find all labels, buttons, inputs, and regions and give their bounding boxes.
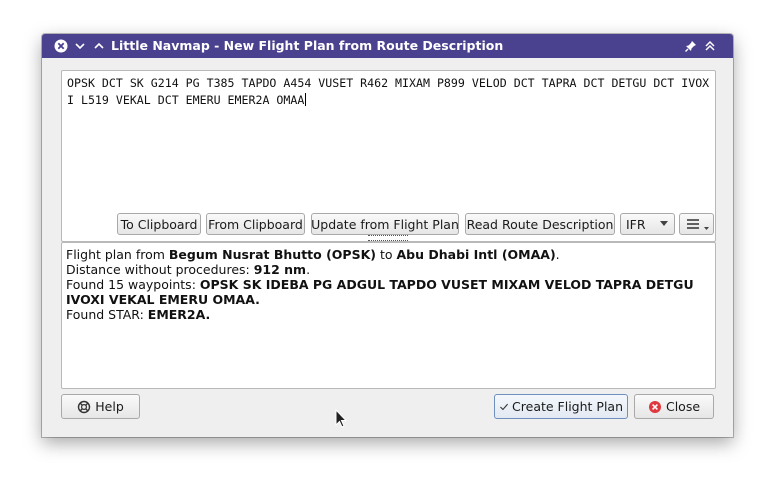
waypoints-label: Found 15 waypoints: (66, 277, 200, 292)
update-from-flight-plan-button[interactable]: Update from Flight Plan (311, 213, 459, 235)
options-menu-button[interactable] (679, 213, 714, 235)
to-clipboard-button[interactable]: To Clipboard (117, 213, 201, 235)
dialog-window: Little Navmap - New Flight Plan from Rou… (42, 34, 733, 437)
flight-rules-value: IFR (626, 216, 646, 232)
star-value: EMER2A. (147, 307, 211, 322)
route-description-text[interactable]: OPSK DCT SK G214 PG T385 TAPDO A454 VUSE… (67, 75, 712, 109)
to-clipboard-label: To Clipboard (120, 216, 198, 232)
distance-suffix: . (306, 262, 311, 277)
route-info-text: Flight plan from Begum Nusrat Bhutto (OP… (66, 247, 706, 322)
route-info-panel: Flight plan from Begum Nusrat Bhutto (OP… (61, 242, 716, 389)
keep-above-icon[interactable] (702, 38, 718, 54)
update-from-flight-plan-label: Update from Flight Plan (311, 216, 459, 232)
create-flight-plan-label: Create Flight Plan (512, 399, 623, 414)
minimize-icon[interactable] (72, 38, 88, 54)
checkmark-icon (500, 403, 509, 410)
title-bar[interactable]: Little Navmap - New Flight Plan from Rou… (42, 34, 733, 58)
lifebuoy-icon (78, 400, 91, 413)
flight-rules-select[interactable]: IFR (620, 213, 675, 235)
maximize-icon[interactable] (91, 38, 107, 54)
distance-value: 912 nm (253, 262, 307, 277)
route-summary-line: Flight plan from Begum Nusrat Bhutto (OP… (66, 247, 706, 262)
close-label: Close (665, 399, 701, 414)
summary-suffix: . (555, 247, 560, 262)
pin-icon[interactable] (683, 38, 699, 54)
close-icon (648, 400, 661, 413)
read-route-description-button[interactable]: Read Route Description (465, 213, 615, 235)
close-button[interactable]: Close (634, 394, 714, 419)
from-clipboard-button[interactable]: From Clipboard (206, 213, 305, 235)
summary-mid: to (375, 247, 397, 262)
distance-line: Distance without procedures: 912 nm. (66, 262, 706, 277)
star-line: Found STAR: EMER2A. (66, 307, 706, 322)
departure-airport: Begum Nusrat Bhutto (OPSK) (168, 247, 376, 262)
from-clipboard-label: From Clipboard (208, 216, 303, 232)
distance-label: Distance without procedures: (66, 262, 254, 277)
read-route-description-label: Read Route Description (466, 216, 614, 232)
summary-prefix: Flight plan from (66, 247, 169, 262)
star-label: Found STAR: (66, 307, 148, 322)
mouse-pointer-icon (335, 409, 347, 428)
close-window-icon[interactable] (53, 38, 69, 54)
create-flight-plan-button[interactable]: Create Flight Plan (494, 394, 628, 419)
chevron-down-icon (660, 221, 668, 226)
help-button[interactable]: Help (61, 394, 140, 419)
window-title: Little Navmap - New Flight Plan from Rou… (111, 38, 504, 53)
help-label: Help (95, 399, 124, 414)
waypoints-line: Found 15 waypoints: OPSK SK IDEBA PG ADG… (66, 277, 706, 307)
destination-airport: Abu Dhabi Intl (OMAA) (396, 247, 556, 262)
splitter-handle[interactable] (368, 235, 408, 241)
menu-icon (686, 219, 709, 230)
